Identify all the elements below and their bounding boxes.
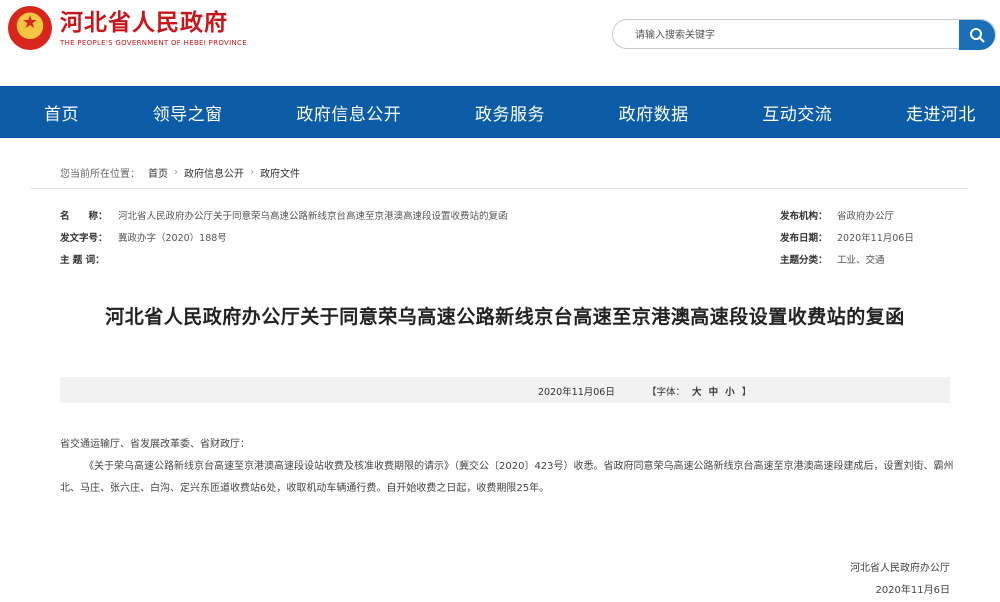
main-nav: 首页 领导之窗 政府信息公开 政务服务 政府数据 互动交流 走进河北 — [0, 86, 1000, 138]
font-size-control: 【字体： 大 中 小 】 — [645, 384, 753, 398]
nav-item-data[interactable]: 政府数据 — [619, 100, 689, 125]
meta-row: 主 题 词： 主题分类： 工业、交通 — [60, 252, 950, 268]
article-body: 省交通运输厅、省发展改革委、省财政厅： 《关于荣乌高速公路新线京台高速至京港澳高… — [60, 434, 955, 500]
nav-item-interaction[interactable]: 互动交流 — [762, 100, 832, 125]
nav-item-services[interactable]: 政务服务 — [475, 100, 545, 125]
meta-name-label: 名 称： — [60, 211, 108, 222]
font-large-button[interactable]: 大 — [692, 387, 702, 398]
article-info-bar: 2020年11月06日 【字体： 大 中 小 】 — [60, 377, 950, 403]
breadcrumb-home[interactable]: 首页 — [148, 165, 168, 180]
nav-item-home[interactable]: 首页 — [44, 100, 79, 125]
meta-org-label: 发布机构： — [780, 211, 828, 222]
search-icon — [970, 28, 985, 43]
nav-item-leaders[interactable]: 领导之窗 — [153, 100, 223, 125]
meta-org-value: 省政府办公厅 — [837, 211, 895, 222]
article-signature: 河北省人民政府办公厅 2020年11月6日 — [850, 558, 950, 602]
meta-date-label: 发布日期： — [780, 233, 828, 244]
nav-item-about-hebei[interactable]: 走进河北 — [906, 100, 976, 125]
font-size-end: 】 — [741, 387, 752, 398]
meta-row: 发文字号： 冀政办字（2020）188号 发布日期： 2020年11月06日 — [60, 230, 950, 246]
search-button[interactable] — [959, 20, 995, 50]
national-emblem-icon — [8, 6, 52, 50]
search-box — [612, 19, 996, 50]
signature-date: 2020年11月6日 — [875, 585, 950, 596]
signature-org: 河北省人民政府办公厅 — [850, 563, 950, 574]
site-name: 河北省人民政府 — [60, 9, 228, 36]
chevron-right-icon: › — [174, 167, 178, 178]
article-date: 2020年11月06日 — [538, 387, 615, 398]
meta-category-label: 主题分类： — [780, 255, 828, 266]
search-input[interactable] — [635, 26, 955, 44]
site-logo[interactable]: 河北省人民政府 THE PEOPLE'S GOVERNMENT OF HEBEI… — [8, 6, 247, 50]
font-size-label: 【字体： — [647, 387, 686, 398]
site-name-en: THE PEOPLE'S GOVERNMENT OF HEBEI PROVINC… — [60, 39, 247, 47]
font-small-button[interactable]: 小 — [725, 387, 735, 398]
nav-item-gov-info[interactable]: 政府信息公开 — [296, 100, 401, 125]
meta-name-value: 河北省人民政府办公厅关于同意荣乌高速公路新线京台高速至京港澳高速段设置收费站的复… — [118, 211, 508, 222]
meta-date-value: 2020年11月06日 — [837, 233, 914, 244]
breadcrumb-prefix: 您当前所在位置： — [60, 169, 140, 180]
chevron-right-icon: › — [250, 167, 254, 178]
breadcrumb-gov-info[interactable]: 政府信息公开 — [184, 165, 244, 180]
main-content: 您当前所在位置： 首页 › 政府信息公开 › 政府文件 名 称： 河北省人民政府… — [0, 138, 1000, 596]
divider — [30, 188, 968, 189]
meta-subject-label: 主 题 词： — [60, 255, 105, 266]
article-paragraph: 《关于荣乌高速公路新线京台高速至京港澳高速段设站收费及核准收费期限的请示》（冀交… — [60, 461, 954, 494]
meta-docno-value: 冀政办字（2020）188号 — [118, 233, 227, 244]
breadcrumb: 您当前所在位置： 首页 › 政府信息公开 › 政府文件 — [60, 165, 300, 180]
meta-row: 名 称： 河北省人民政府办公厅关于同意荣乌高速公路新线京台高速至京港澳高速段设置… — [60, 208, 950, 224]
meta-category-value: 工业、交通 — [837, 255, 885, 266]
meta-docno-label: 发文字号： — [60, 233, 108, 244]
breadcrumb-gov-docs[interactable]: 政府文件 — [260, 165, 300, 180]
font-medium-button[interactable]: 中 — [709, 387, 719, 398]
article-title: 河北省人民政府办公厅关于同意荣乌高速公路新线京台高速至京港澳高速段设置收费站的复… — [105, 306, 905, 328]
article-addressee: 省交通运输厅、省发展改革委、省财政厅： — [60, 439, 250, 450]
site-header: 河北省人民政府 THE PEOPLE'S GOVERNMENT OF HEBEI… — [0, 0, 1000, 86]
